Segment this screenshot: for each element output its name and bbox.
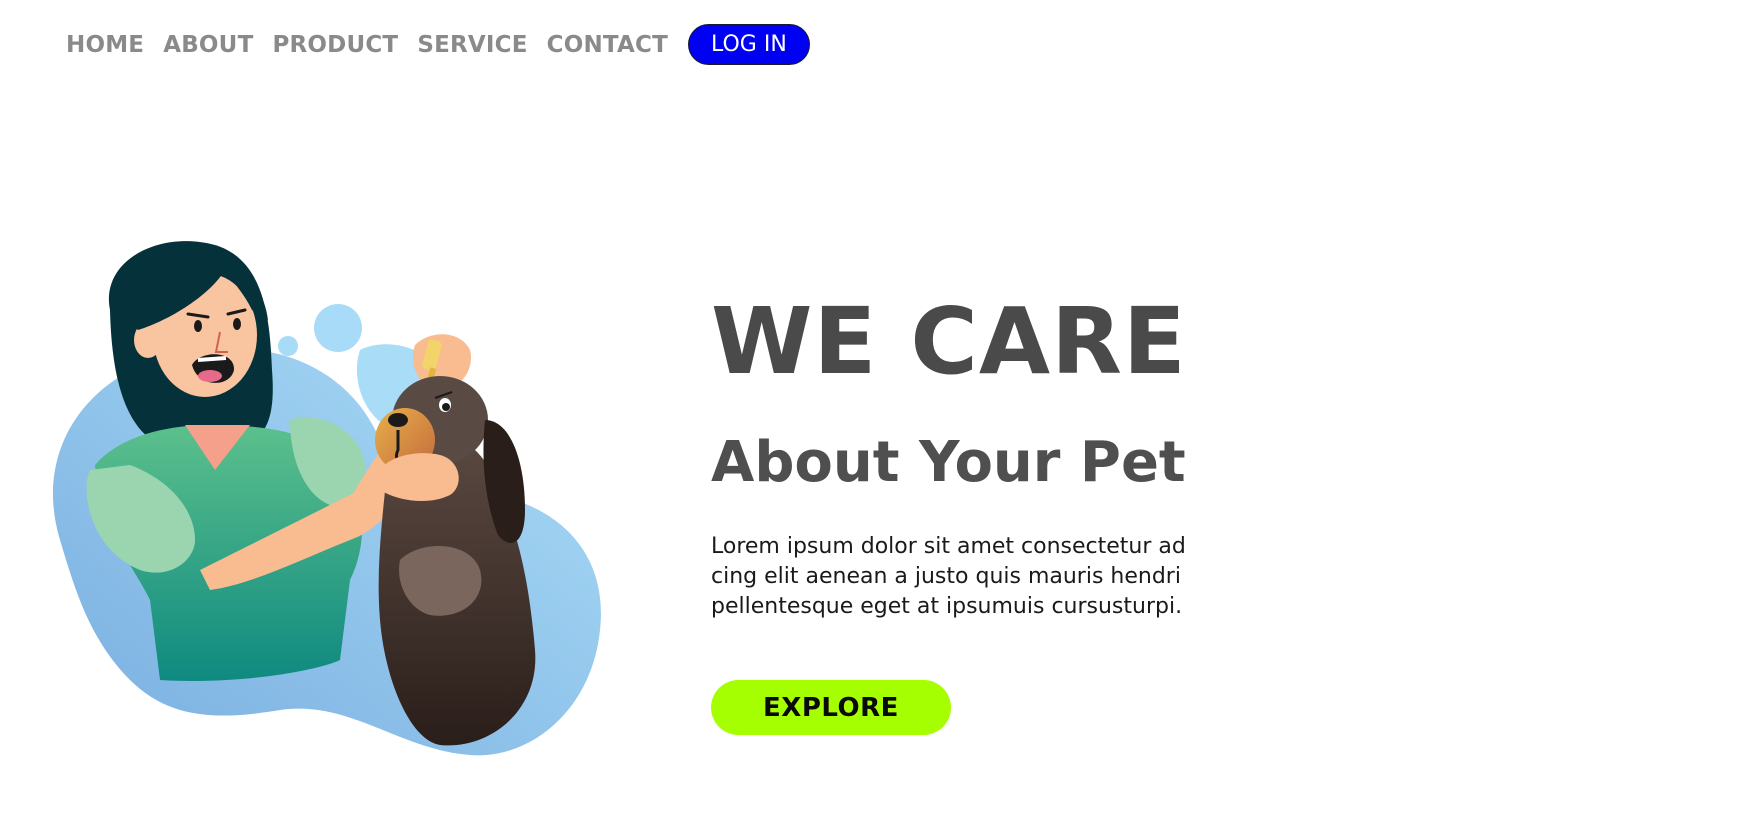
illustration-svg — [52, 241, 601, 756]
nav-service-link[interactable]: SERVICE — [417, 32, 527, 58]
login-button[interactable]: LOG IN — [688, 24, 810, 65]
landing-page: HOME ABOUT PRODUCT SERVICE CONTACT LOG I… — [0, 0, 1758, 821]
hero-subtitle: About Your Pet — [711, 430, 1186, 495]
hero-body-line: Lorem ipsum dolor sit amet consectetur a… — [711, 534, 1186, 559]
nav-product-link[interactable]: PRODUCT — [272, 32, 398, 58]
hero-body-text: Lorem ipsum dolor sit amet consectetur a… — [711, 532, 1231, 622]
top-nav: HOME ABOUT PRODUCT SERVICE CONTACT LOG I… — [66, 24, 810, 65]
explore-button[interactable]: EXPLORE — [711, 680, 951, 735]
bubble-large — [314, 304, 362, 352]
woman-dog-illustration — [20, 240, 620, 760]
hero-body-line: pellentesque eget at ipsumuis cursusturp… — [711, 594, 1183, 619]
hero-title: WE CARE — [711, 288, 1187, 395]
nav-about-link[interactable]: ABOUT — [163, 32, 253, 58]
bubble-small — [278, 336, 298, 356]
hero-body-line: cing elit aenean a justo quis mauris hen… — [711, 564, 1181, 589]
nav-contact-link[interactable]: CONTACT — [547, 32, 668, 58]
nav-home-link[interactable]: HOME — [66, 32, 144, 58]
